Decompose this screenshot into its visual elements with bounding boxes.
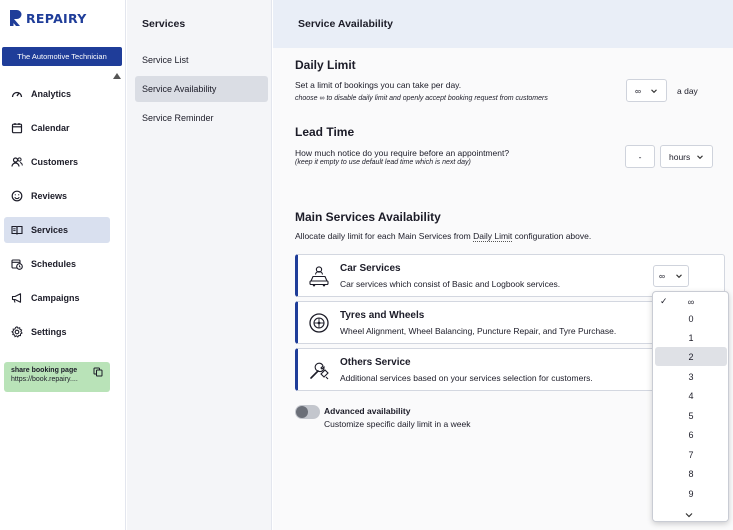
share-url: https://book.repairy.... [11,376,78,383]
lead-time-input[interactable]: - [625,145,655,168]
chevron-down-icon [651,88,657,93]
service-name: Others Service [340,357,411,368]
sidebar-item-label: Services [31,225,69,235]
dropdown-option[interactable]: 3 [655,367,727,386]
dropdown-option[interactable]: 1 [655,328,727,347]
sidebar-item-schedules[interactable]: Schedules [4,251,110,277]
sidebar-item-label: Analytics [31,89,72,99]
subnav-item-service-list[interactable]: Service List [135,47,268,73]
car-services-limit-value: ∞ [659,271,666,281]
sidebar-item-reviews[interactable]: Reviews [4,183,110,209]
limit-dropdown-menu: ✓ ∞ 0 1 2 3 4 5 6 7 8 9 [652,291,729,522]
tyre-icon [309,313,329,333]
users-icon [11,157,23,167]
smile-icon [11,190,23,202]
chevron-down-icon [697,154,703,159]
sidebar-item-settings[interactable]: Settings [4,319,110,345]
checkmark-icon: ✓ [660,296,668,306]
sidebar-item-label: Settings [31,327,67,337]
dropdown-option[interactable]: 6 [655,425,727,444]
daily-limit-text: Set a limit of bookings you can take per… [295,80,462,90]
sidebar: REPAIRY The Automotive Technician Analyt… [0,0,126,530]
services-subnav: Services Service List Service Availabili… [127,0,272,530]
dropdown-option-highlighted[interactable]: 2 [655,347,727,366]
brand-logo[interactable]: REPAIRY [9,9,87,27]
lead-time-text: How much notice do you require before an… [295,148,510,158]
car-service-icon [309,266,329,287]
sidebar-item-label: Reviews [31,191,68,201]
advanced-availability-toggle[interactable] [295,405,320,419]
daily-limit-link[interactable]: Daily Limit [473,231,513,242]
sidebar-item-customers[interactable]: Customers [4,149,110,175]
brand-name: REPAIRY [26,10,87,26]
dropdown-option[interactable]: 7 [655,445,727,464]
sidebar-item-label: Campaigns [31,293,80,303]
dropdown-option[interactable]: 4 [655,386,727,405]
daily-limit-select[interactable]: ∞ [626,79,667,102]
service-desc: Additional services based on your servic… [340,373,593,383]
megaphone-icon [11,293,22,303]
sidebar-item-campaigns[interactable]: Campaigns [4,285,110,311]
service-desc: Wheel Alignment, Wheel Balancing, Punctu… [340,326,617,336]
lead-time-unit: hours [669,151,691,162]
main-services-text-before: Allocate daily limit for each Main Servi… [295,231,474,241]
dropdown-option-label: ∞ [687,296,695,307]
sidebar-item-services[interactable]: Services [4,217,110,243]
schedule-icon [11,259,23,270]
repairy-logo-icon [10,10,22,26]
gear-icon [11,326,23,338]
collapse-caret-icon[interactable] [113,73,121,79]
lead-time-value: - [638,151,642,162]
dropdown-option[interactable]: 0 [655,309,727,328]
daily-limit-suffix: a day [677,86,698,96]
dropdown-option[interactable]: 5 [655,406,727,425]
service-name: Car Services [340,263,401,274]
service-name: Tyres and Wheels [340,310,425,321]
subnav-title: Services [142,18,186,30]
wrench-plug-icon [310,362,329,380]
main-services-title: Main Services Availability [295,210,441,224]
lead-time-note: (keep it empty to use default lead time … [295,159,471,166]
daily-limit-title: Daily Limit [295,58,356,72]
sidebar-item-label: Calendar [31,123,70,133]
gauge-icon [11,91,23,98]
copy-icon[interactable] [93,367,103,377]
subnav-item-service-availability[interactable]: Service Availability [135,76,268,102]
advanced-availability-title: Advanced availability [324,406,411,416]
sidebar-item-label: Schedules [31,259,77,269]
daily-limit-value: ∞ [635,85,642,96]
sidebar-item-calendar[interactable]: Calendar [4,115,110,141]
book-icon [11,225,23,235]
advanced-availability-desc: Customize specific daily limit in a week [324,419,471,429]
sidebar-item-analytics[interactable]: Analytics [4,81,110,107]
share-booking-box[interactable]: share booking page https://book.repairy.… [4,362,110,392]
car-services-limit-select[interactable]: ∞ [653,265,689,287]
lead-time-unit-select[interactable]: hours [660,145,713,168]
subnav-item-service-reminder[interactable]: Service Reminder [135,105,268,131]
lead-time-title: Lead Time [295,125,355,139]
main-services-text: Allocate daily limit for each Main Servi… [295,231,592,242]
account-button[interactable]: The Automotive Technician [2,47,122,66]
main-services-text-after: configuration above. [512,231,592,241]
sidebar-item-label: Customers [31,157,79,167]
toggle-knob [296,406,308,418]
scroll-down-chevron-icon[interactable] [684,511,694,519]
service-desc: Car services which consist of Basic and … [340,279,561,289]
daily-limit-note: choose ∞ to disable daily limit and open… [295,95,548,102]
dropdown-option[interactable]: 8 [655,464,727,483]
dropdown-option[interactable]: 9 [655,484,727,503]
chevron-down-icon [676,274,682,279]
page-title: Service Availability [273,0,733,48]
calendar-icon [11,123,23,134]
